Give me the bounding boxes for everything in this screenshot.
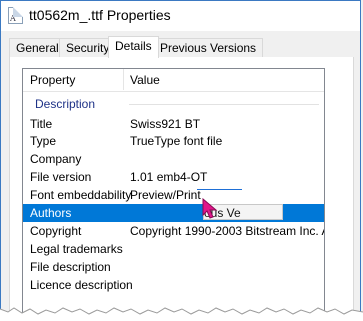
font-file-icon: A: [8, 7, 23, 24]
inline-edit-underline: [197, 189, 242, 190]
property-value: 1.01 emb4-OT: [130, 170, 208, 184]
property-name: Font embeddability: [30, 188, 132, 202]
tab-details[interactable]: Details: [108, 36, 159, 58]
table-row[interactable]: Title Swiss921 BT: [23, 115, 324, 133]
window-title: tt0562m_.ttf Properties: [29, 7, 171, 23]
column-header-property[interactable]: Property: [30, 73, 75, 87]
property-name: Licence description: [30, 278, 133, 292]
details-list[interactable]: Property Value Description Title Swiss92…: [22, 68, 325, 319]
group-divider-line: [129, 104, 319, 105]
column-header-value[interactable]: Value: [130, 73, 160, 87]
tab-strip: General Security Details Previous Versio…: [9, 36, 354, 58]
tab-previous-versions[interactable]: Previous Versions: [153, 38, 264, 57]
torn-edge: [0, 307, 363, 321]
table-row[interactable]: Company: [23, 150, 324, 168]
table-row[interactable]: Licence description: [23, 276, 324, 294]
property-name: Company: [30, 152, 82, 166]
property-name: File version: [30, 170, 92, 184]
mouse-cursor-icon: [202, 198, 218, 219]
tab-general[interactable]: General: [9, 38, 66, 57]
table-row[interactable]: File description: [23, 258, 324, 276]
property-value: Copyright 1990-2003 Bitstream Inc. A...: [130, 224, 325, 238]
property-name: Copyright: [30, 224, 82, 238]
table-row[interactable]: File version 1.01 emb4-OT: [23, 168, 324, 186]
table-row[interactable]: Type TrueType font file: [23, 132, 324, 150]
title-bar[interactable]: A tt0562m_.ttf Properties: [1, 1, 360, 31]
property-name: Title: [30, 117, 53, 131]
property-value: Preview/Print: [130, 188, 201, 202]
column-divider[interactable]: [123, 69, 124, 90]
table-row[interactable]: Legal trademarks: [23, 240, 324, 258]
list-header: Property Value: [23, 69, 324, 92]
table-row[interactable]: Font embeddability Preview/Print: [23, 186, 324, 204]
property-name: Authors: [30, 206, 72, 220]
property-value: TrueType font file: [130, 134, 223, 148]
property-name: Type: [30, 134, 57, 148]
property-value: Swiss921 BT: [130, 117, 201, 131]
group-header-description: Description: [35, 97, 96, 111]
table-row[interactable]: Copyright Copyright 1990-2003 Bitstream …: [23, 222, 324, 240]
property-name: Legal trademarks: [30, 242, 123, 256]
property-name: File description: [30, 260, 111, 274]
